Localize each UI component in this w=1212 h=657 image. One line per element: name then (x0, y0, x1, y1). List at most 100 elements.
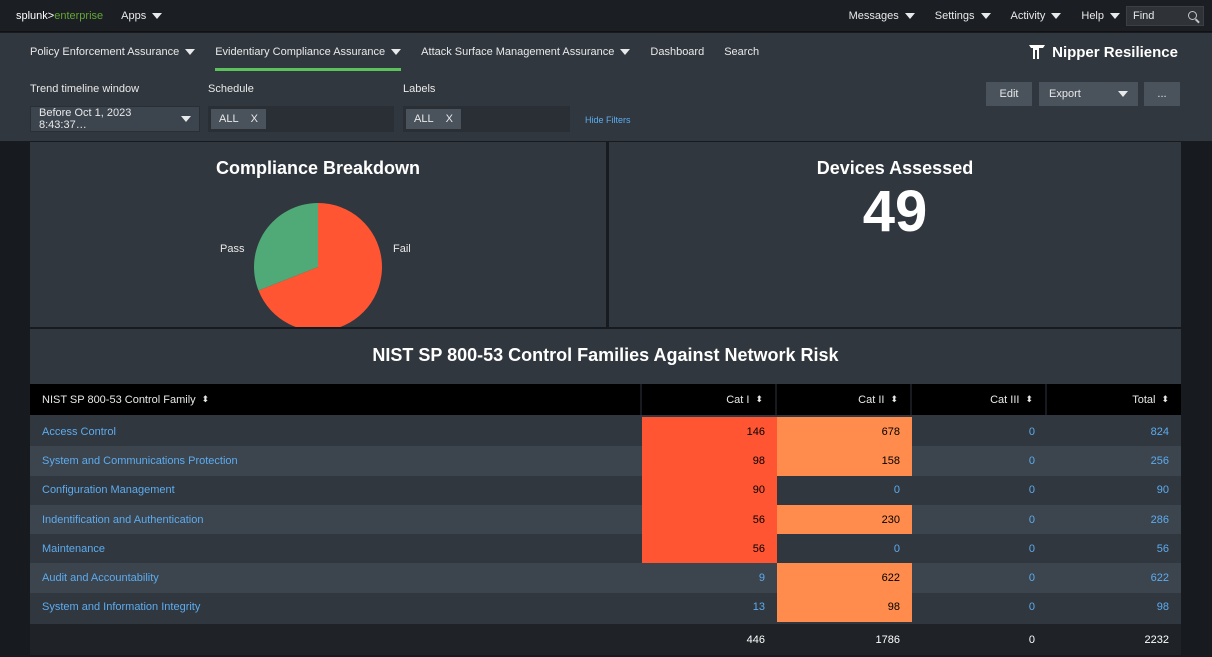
devices-assessed-title: Devices Assessed (816, 158, 974, 178)
table-row[interactable]: Indentification and Authentication 56 230 0… (30, 504, 1181, 535)
control-family-link[interactable]: Access Control (30, 417, 642, 446)
search-icon[interactable] (1188, 11, 1197, 20)
nav-evidentiary-compliance-assurance[interactable]: Evidentiary Compliance Assurance (215, 33, 402, 71)
total-cell[interactable]: 824 (1047, 417, 1181, 446)
pie-label-pass: Pass (220, 243, 245, 255)
labels-label: Labels (403, 83, 436, 95)
labels-multiselect[interactable]: ALL X (403, 106, 570, 132)
nav-attack-surface-management-assurance[interactable]: Attack Surface Management Assurance (421, 33, 631, 71)
help-menu[interactable]: Help (1081, 10, 1120, 22)
chevron-down-icon (181, 116, 191, 122)
sort-icon: ⬍ (201, 394, 210, 404)
sort-icon: ⬍ (1025, 394, 1033, 404)
column-header-cat-iii[interactable]: Cat III ⬍ (912, 384, 1045, 415)
table-row[interactable]: Maintenance 56 0 0 56 (30, 534, 1181, 564)
chevron-down-icon (904, 12, 915, 19)
control-family-link[interactable]: Indentification and Authentication (30, 505, 642, 534)
control-family-link[interactable]: Configuration Management (30, 476, 642, 505)
schedule-chip[interactable]: ALL X (211, 109, 266, 129)
chip-remove-icon[interactable]: X (251, 113, 258, 125)
chevron-down-icon (185, 49, 196, 55)
export-dropdown[interactable]: Export (1039, 82, 1138, 106)
cat-i-cell: 90 (642, 475, 777, 505)
column-header-cat-ii[interactable]: Cat II ⬍ (777, 384, 910, 415)
hide-filters-link[interactable]: Hide Filters (585, 115, 631, 125)
more-actions-button[interactable]: ... (1144, 82, 1180, 106)
chevron-down-icon (980, 12, 991, 19)
total-cell[interactable]: 622 (1047, 563, 1181, 592)
chip-remove-icon[interactable]: X (446, 113, 453, 125)
column-header-control-family[interactable]: NIST SP 800-53 Control Family ⬍ (30, 384, 640, 415)
nav-policy-enforcement-assurance[interactable]: Policy Enforcement Assurance (30, 33, 196, 71)
devices-assessed-panel: Devices Assessed 49 (609, 142, 1181, 327)
cat-iii-cell[interactable]: 0 (912, 534, 1047, 563)
table-row[interactable]: System and Communications Protection 98 15… (30, 446, 1181, 476)
control-family-link[interactable]: System and Communications Protection (30, 446, 642, 475)
table-body: Access Control 146 678 0 824 System and Commu… (30, 417, 1181, 623)
labels-chip[interactable]: ALL X (406, 109, 461, 129)
pie-label-fail: Fail (393, 243, 411, 255)
nav-search[interactable]: Search (724, 33, 759, 71)
trend-timeline-label: Trend timeline window (30, 83, 140, 95)
nist-table-title: NIST SP 800-53 Control Families Against … (372, 345, 839, 365)
cat-i-cell: 56 (642, 504, 777, 535)
control-family-link[interactable]: System and Information Integrity (30, 593, 642, 622)
compliance-breakdown-panel: Compliance Breakdown Pass Fail (30, 142, 606, 327)
cat-ii-cell: 230 (777, 504, 912, 535)
table-footer-totals: 446 1786 0 2232 (30, 624, 1181, 655)
nipper-resilience-logo: Nipper Resilience (1028, 33, 1178, 71)
cat-ii-cell: 158 (777, 446, 912, 476)
total-cell[interactable]: 286 (1047, 505, 1181, 534)
table-row[interactable]: Access Control 146 678 0 824 (30, 417, 1181, 447)
total-cat-i: 446 (746, 633, 765, 646)
total-cell[interactable]: 90 (1047, 476, 1181, 505)
cat-i-cell: 56 (642, 534, 777, 564)
trend-timeline-dropdown[interactable]: Before Oct 1, 2023 8:43:37… (30, 106, 200, 132)
cat-i-cell: 98 (642, 446, 777, 476)
sort-icon: ⬍ (1161, 394, 1169, 404)
cat-ii-cell[interactable]: 0 (777, 534, 912, 563)
nipper-logo-icon (1029, 45, 1046, 59)
cat-ii-cell: 678 (777, 417, 912, 447)
splunk-logo[interactable]: splunk>enterprise (16, 10, 103, 22)
cat-iii-cell[interactable]: 0 (912, 446, 1047, 475)
edit-button[interactable]: Edit (986, 82, 1032, 106)
cat-ii-cell[interactable]: 0 (777, 476, 912, 505)
control-family-link[interactable]: Audit and Accountability (30, 563, 642, 592)
filter-bar: Trend timeline window Before Oct 1, 2023… (0, 71, 1212, 141)
table-row[interactable]: Configuration Management 90 0 0 90 (30, 475, 1181, 505)
cat-iii-cell[interactable]: 0 (912, 593, 1047, 622)
total-overall: 2232 (1144, 633, 1169, 646)
nav-dashboard[interactable]: Dashboard (650, 33, 704, 71)
table-row[interactable]: Audit and Accountability 9 622 0 622 (30, 563, 1181, 593)
cat-iii-cell[interactable]: 0 (912, 417, 1047, 446)
table-row[interactable]: System and Information Integrity 13 98 0 98 (30, 592, 1181, 623)
chevron-down-icon (152, 12, 163, 19)
schedule-label: Schedule (208, 83, 254, 95)
control-family-link[interactable]: Maintenance (30, 534, 642, 563)
cat-iii-cell[interactable]: 0 (912, 563, 1047, 592)
totals-label (30, 624, 642, 655)
column-header-cat-i[interactable]: Cat I ⬍ (642, 384, 775, 415)
total-cell[interactable]: 56 (1047, 534, 1181, 563)
cat-i-cell[interactable]: 13 (642, 593, 777, 622)
find-input[interactable]: Find (1126, 5, 1204, 26)
cat-iii-cell[interactable]: 0 (912, 476, 1047, 505)
total-cell[interactable]: 256 (1047, 446, 1181, 475)
cat-ii-cell: 98 (777, 592, 912, 623)
top-bar: splunk>enterprise Apps Messages Settings… (0, 0, 1212, 32)
compliance-pie-chart[interactable] (30, 142, 606, 327)
column-header-total[interactable]: Total ⬍ (1047, 384, 1181, 415)
chevron-down-icon (1110, 12, 1120, 19)
settings-menu[interactable]: Settings (935, 10, 991, 22)
apps-menu[interactable]: Apps (121, 10, 163, 22)
messages-menu[interactable]: Messages (849, 10, 915, 22)
sort-icon: ⬍ (890, 394, 898, 404)
total-cell[interactable]: 98 (1047, 593, 1181, 622)
cat-iii-cell[interactable]: 0 (912, 505, 1047, 534)
schedule-multiselect[interactable]: ALL X (208, 106, 394, 132)
activity-menu[interactable]: Activity (1011, 10, 1062, 22)
sort-icon: ⬍ (755, 394, 763, 404)
total-cat-iii: 0 (1028, 633, 1035, 646)
cat-i-cell[interactable]: 9 (642, 563, 777, 592)
